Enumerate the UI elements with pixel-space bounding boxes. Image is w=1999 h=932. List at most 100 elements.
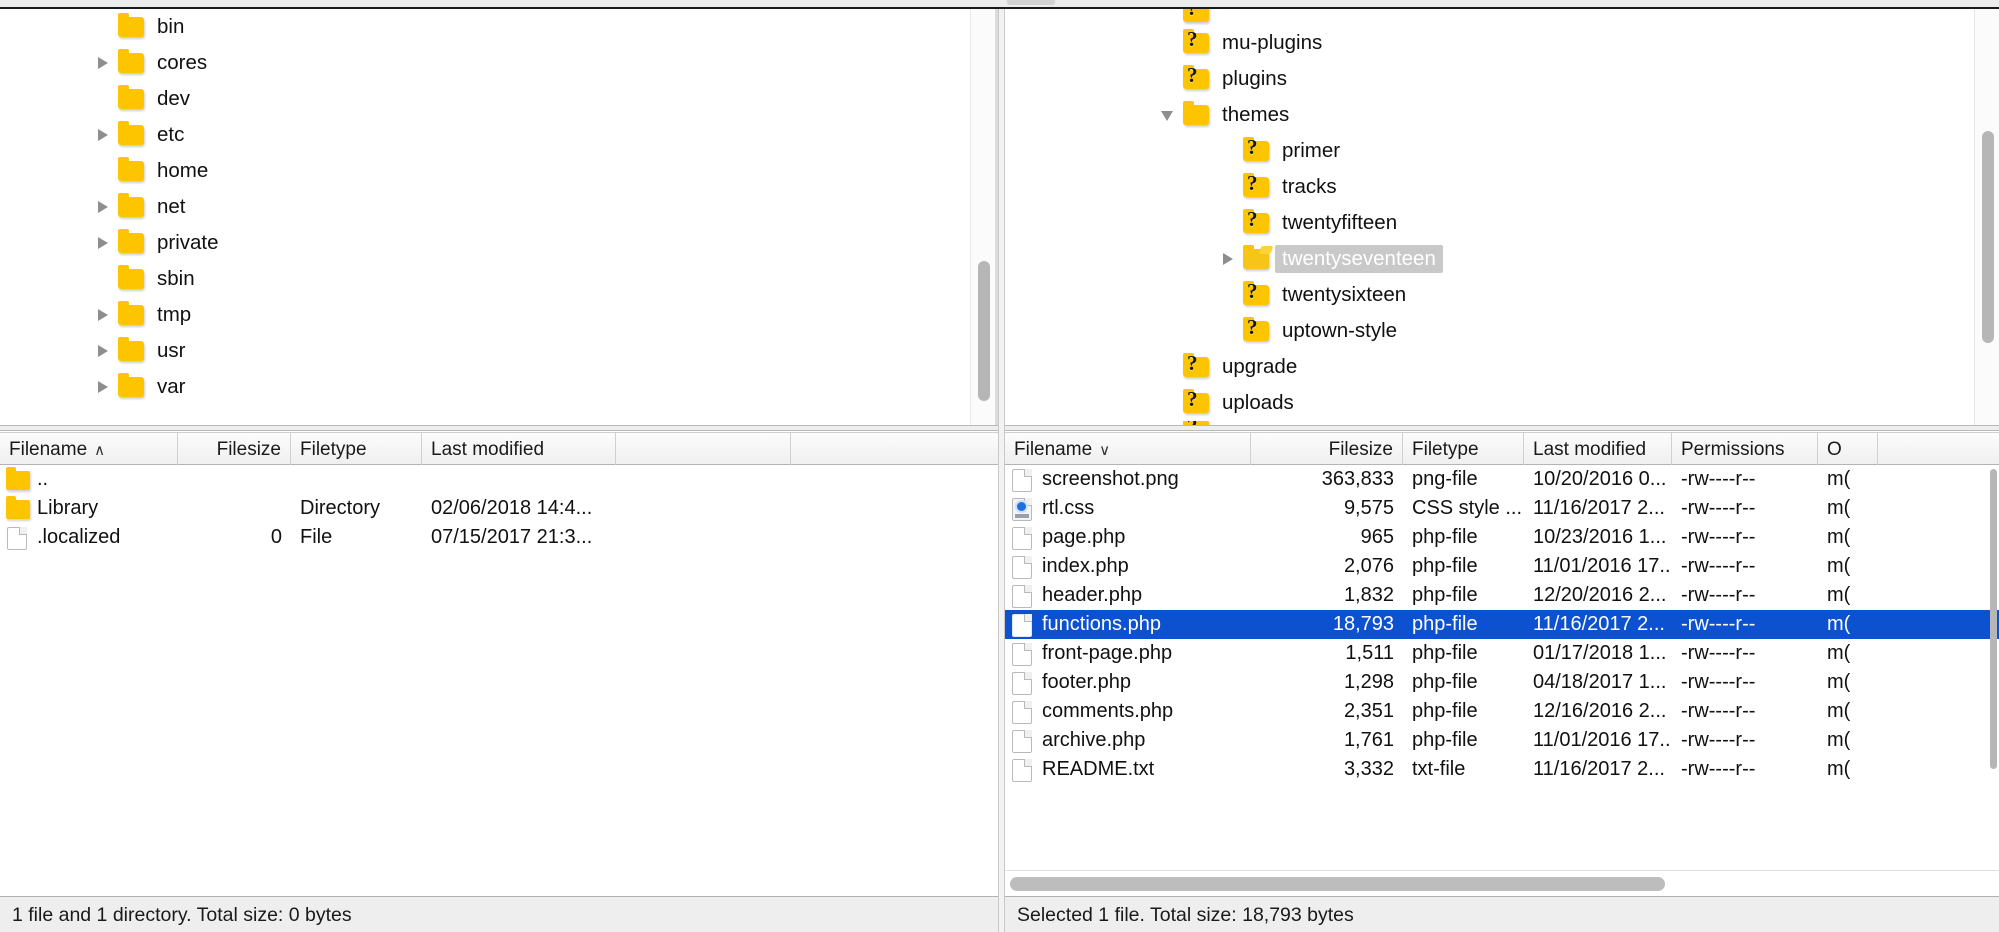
left-tree-item[interactable]: etc — [0, 117, 995, 153]
right-file-row[interactable]: archive.php1,761php-file11/01/2016 17...… — [1005, 726, 1999, 755]
chevron-right-icon[interactable] — [94, 45, 116, 81]
right-tree-item[interactable]: ?twentyfifteen — [1005, 205, 1999, 241]
left-tree-item[interactable]: cores — [0, 45, 995, 81]
remote-file-list-header[interactable]: Filename∨FilesizeFiletype Last modified Pe… — [1005, 432, 1999, 465]
right-tree-item[interactable]: ? — [1005, 9, 1999, 25]
chevron-right-icon[interactable] — [94, 369, 116, 405]
right-file-row[interactable]: screenshot.png363,833png-file10/20/2016 … — [1005, 465, 1999, 494]
right-column-header-label: Permissions — [1681, 439, 1784, 460]
local-file-list-header[interactable]: Filename∧FilesizeFiletypeLast modified — [0, 432, 998, 465]
right-column-header-name[interactable]: Filename∨ — [1005, 433, 1251, 466]
left-tree-item[interactable]: usr — [0, 333, 995, 369]
left-tree-item[interactable]: tmp — [0, 297, 995, 333]
left-column-header-spacer[interactable] — [616, 433, 791, 466]
right-file-cell-owner: m( — [1818, 668, 1878, 697]
right-file-row[interactable]: footer.php1,298php-file04/18/2017 1...-r… — [1005, 668, 1999, 697]
right-column-header-label: Last modified — [1533, 439, 1646, 460]
left-tree-item[interactable]: sbin — [0, 261, 995, 297]
remote-file-list-scrollbar[interactable] — [1989, 465, 1999, 896]
right-file-cell-owner: m( — [1818, 697, 1878, 726]
local-horizontal-splitter[interactable] — [0, 425, 998, 431]
right-tree-item[interactable]: ?plugins — [1005, 61, 1999, 97]
left-column-header-size[interactable]: Filesize — [178, 433, 291, 466]
right-file-row[interactable]: rtl.css9,575CSS style ...11/16/2017 2...… — [1005, 494, 1999, 523]
left-file-cell-type: Directory — [291, 494, 422, 523]
folder-open-icon — [1241, 241, 1271, 277]
left-file-row[interactable]: .localized0File07/15/2017 21:3... — [0, 523, 998, 552]
local-tree-scrollbar-thumb[interactable] — [978, 261, 990, 401]
right-tree-item[interactable]: ?twentysixteen — [1005, 277, 1999, 313]
right-file-row[interactable]: front-page.php1,511php-file01/17/2018 1.… — [1005, 639, 1999, 668]
right-file-cell-permissions: -rw----r-- — [1672, 552, 1818, 581]
right-column-header-owner[interactable]: O — [1818, 433, 1878, 466]
right-file-row[interactable]: page.php965php-file10/23/2016 1...-rw---… — [1005, 523, 1999, 552]
folder-icon — [116, 81, 146, 117]
splitter-handle-nub[interactable] — [1007, 0, 1055, 5]
left-tree-item[interactable]: dev — [0, 81, 995, 117]
left-tree-item[interactable]: net — [0, 189, 995, 225]
right-file-cell-type: php-file — [1403, 610, 1524, 639]
tree-indent-spacer — [1005, 12, 1159, 13]
right-file-row[interactable]: index.php2,076php-file11/01/2016 17...-r… — [1005, 552, 1999, 581]
right-file-cell-owner: m( — [1818, 755, 1878, 784]
chevron-right-icon[interactable] — [94, 189, 116, 225]
chevron-right-icon[interactable] — [94, 225, 116, 261]
local-file-list[interactable]: Filename∧FilesizeFiletypeLast modified .… — [0, 432, 998, 896]
right-tree-item-label: primer — [1271, 133, 1340, 169]
left-tree-item[interactable]: bin — [0, 9, 995, 45]
right-column-header-permissions[interactable]: Permissions — [1672, 433, 1818, 466]
vertical-pane-splitter[interactable] — [998, 9, 1005, 932]
left-column-header-name[interactable]: Filename∧ — [0, 433, 178, 466]
left-file-row[interactable]: .. — [0, 465, 998, 494]
right-tree-item[interactable]: ?mu-plugins — [1005, 25, 1999, 61]
right-file-row[interactable]: header.php1,832php-file12/20/2016 2...-r… — [1005, 581, 1999, 610]
right-tree-item[interactable]: themes — [1005, 97, 1999, 133]
chevron-down-icon[interactable] — [1159, 97, 1181, 133]
local-tree-scrollbar[interactable] — [970, 9, 995, 425]
remote-file-list-body[interactable]: screenshot.png363,833png-file10/20/2016 … — [1005, 465, 1999, 896]
left-file-row[interactable]: LibraryDirectory02/06/2018 14:4... — [0, 494, 998, 523]
local-directory-tree[interactable]: bincoresdevetchomenetprivatesbintmpusrva… — [0, 9, 998, 425]
left-column-header-modified[interactable]: Last modified — [422, 433, 616, 466]
chevron-right-icon[interactable] — [1219, 241, 1241, 277]
right-tree-item[interactable]: twentyseventeen — [1005, 241, 1999, 277]
tree-indent-spacer — [1005, 295, 1219, 296]
remote-file-list-hscrollbar[interactable] — [1005, 870, 1999, 896]
remote-horizontal-splitter[interactable] — [1005, 425, 1999, 431]
left-tree-item[interactable]: var — [0, 369, 995, 405]
remote-file-list-hscrollbar-thumb[interactable] — [1010, 877, 1665, 891]
right-file-row[interactable]: functions.php18,793php-file11/16/2017 2.… — [1005, 610, 1999, 639]
right-file-row[interactable]: comments.php2,351php-file12/16/2016 2...… — [1005, 697, 1999, 726]
right-file-cell-size: 9,575 — [1251, 494, 1403, 523]
left-column-header-type[interactable]: Filetype — [291, 433, 422, 466]
local-file-list-body[interactable]: ..LibraryDirectory02/06/2018 14:4....loc… — [0, 465, 998, 896]
remote-file-list-scrollbar-thumb[interactable] — [1990, 469, 1997, 769]
right-file-row[interactable]: README.txt3,332txt-file11/16/2017 2...-r… — [1005, 755, 1999, 784]
right-column-header-type[interactable]: Filetype — [1403, 433, 1524, 466]
chevron-right-icon[interactable] — [94, 297, 116, 333]
right-file-cell-type: php-file — [1403, 523, 1524, 552]
right-file-cell-size: 2,351 — [1251, 697, 1403, 726]
remote-tree-scrollbar[interactable] — [1974, 9, 1999, 425]
right-column-header-modified[interactable]: Last modified — [1524, 433, 1672, 466]
right-file-cell-permissions: -rw----r-- — [1672, 697, 1818, 726]
chevron-right-icon[interactable] — [94, 117, 116, 153]
right-tree-item[interactable]: ?uploads — [1005, 385, 1999, 421]
right-file-cell-type: php-file — [1403, 697, 1524, 726]
remote-directory-tree[interactable]: ??mu-plugins?pluginsthemes?primer?tracks… — [1005, 9, 1999, 425]
left-tree-item[interactable]: private — [0, 225, 995, 261]
remote-file-list[interactable]: Filename∨FilesizeFiletype Last modified Pe… — [1005, 432, 1999, 896]
right-file-cell-owner: m( — [1818, 639, 1878, 668]
right-tree-item[interactable]: ?upgrade — [1005, 349, 1999, 385]
tree-indent-spacer — [1005, 115, 1159, 116]
right-tree-item[interactable]: ?uptown-style — [1005, 313, 1999, 349]
right-column-header-size[interactable]: Filesize — [1251, 433, 1403, 466]
right-file-cell-permissions: -rw----r-- — [1672, 581, 1818, 610]
right-tree-item[interactable]: ?primer — [1005, 133, 1999, 169]
remote-tree-scrollbar-thumb[interactable] — [1982, 131, 1994, 343]
right-tree-item[interactable]: ?tracks — [1005, 169, 1999, 205]
left-tree-item-label: var — [146, 369, 185, 405]
tree-indent-spacer — [0, 279, 94, 280]
chevron-right-icon[interactable] — [94, 333, 116, 369]
left-tree-item[interactable]: home — [0, 153, 995, 189]
